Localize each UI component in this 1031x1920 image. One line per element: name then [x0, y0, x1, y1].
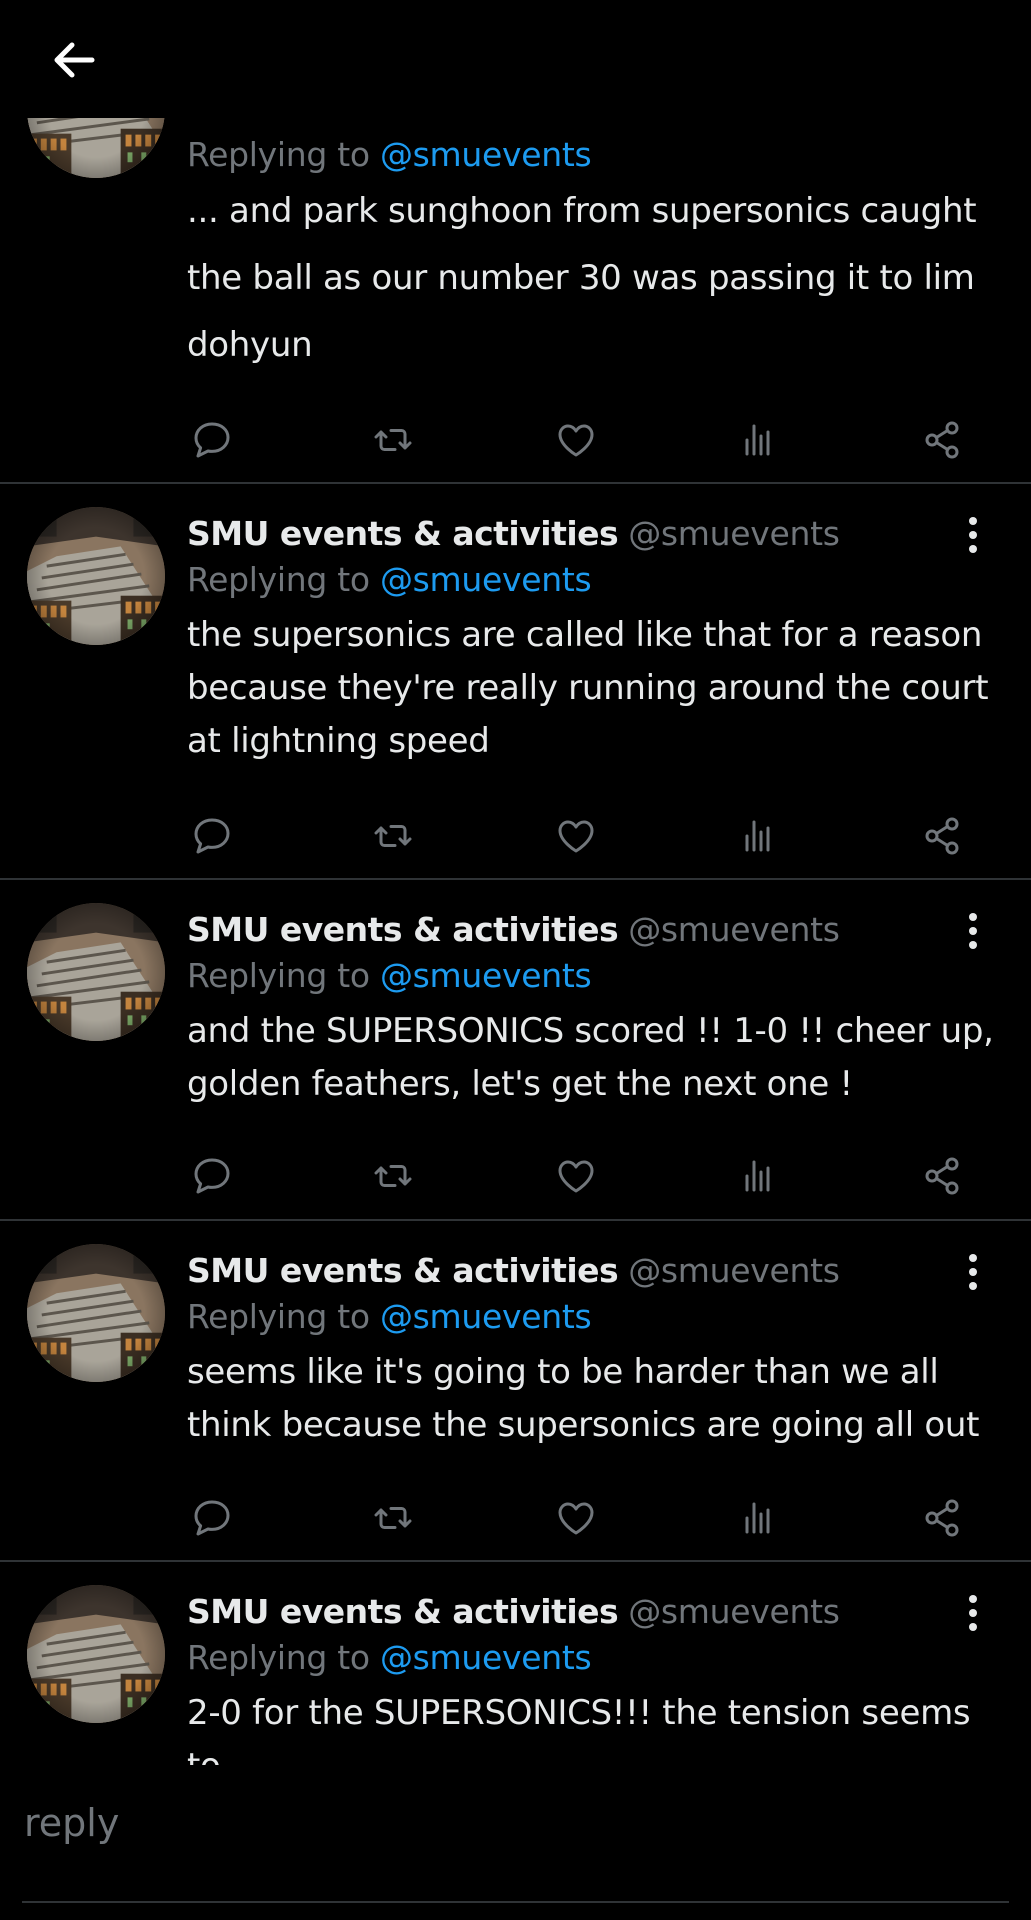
display-name[interactable]: SMU events & activities — [187, 514, 619, 553]
reply-input[interactable] — [22, 1777, 1006, 1869]
views-button[interactable] — [734, 1493, 784, 1543]
tweet-item[interactable]: SMU events & activities @smuevents Replyi… — [0, 1221, 1031, 1562]
tweet-actions — [187, 1493, 987, 1543]
reply-button[interactable] — [187, 1151, 237, 1201]
retweet-icon — [374, 1165, 412, 1187]
replying-mention-link[interactable]: @smuevents — [380, 1638, 592, 1677]
reply-composer — [0, 1765, 1031, 1920]
replying-to-line: Replying to @smuevents — [187, 1294, 997, 1340]
top-app-bar — [0, 0, 1031, 118]
share-icon — [925, 421, 959, 459]
back-button[interactable] — [44, 30, 104, 90]
tweet-text: seems like it's going to be harder than … — [187, 1352, 980, 1445]
replying-label: Replying to — [187, 560, 370, 599]
like-button[interactable] — [551, 811, 601, 861]
retweet-button[interactable] — [368, 1151, 418, 1201]
tweet-header: SMU events & activities @smuevents — [187, 1248, 997, 1294]
views-button[interactable] — [734, 415, 784, 465]
reply-button[interactable] — [187, 415, 237, 465]
tweet-header: SMU events & activities @smuevents — [187, 907, 997, 953]
avatar[interactable] — [27, 903, 165, 1041]
share-icon — [925, 1499, 959, 1537]
replying-mention-link[interactable]: @smuevents — [380, 956, 592, 995]
views-icon — [743, 1160, 773, 1194]
replying-label: Replying to — [187, 135, 370, 174]
like-button[interactable] — [551, 1493, 601, 1543]
share-button[interactable] — [917, 811, 967, 861]
reply-icon — [194, 1158, 230, 1194]
replying-label: Replying to — [187, 1638, 370, 1677]
tweet-actions — [187, 811, 987, 861]
retweet-button[interactable] — [368, 811, 418, 861]
retweet-button[interactable] — [368, 415, 418, 465]
retweet-icon — [374, 825, 412, 847]
retweet-button[interactable] — [368, 1493, 418, 1543]
like-icon — [558, 1160, 594, 1193]
replying-label: Replying to — [187, 956, 370, 995]
views-button[interactable] — [734, 811, 784, 861]
replying-label: Replying to — [187, 1297, 370, 1336]
share-icon — [925, 1157, 959, 1195]
avatar[interactable] — [27, 1244, 165, 1382]
user-handle[interactable]: @smuevents — [628, 514, 840, 553]
replying-mention-link[interactable]: @smuevents — [380, 1297, 592, 1336]
like-icon — [558, 424, 594, 457]
replying-to-line: Replying to @smuevents — [187, 132, 997, 178]
user-handle[interactable]: @smuevents — [628, 910, 840, 949]
reply-button[interactable] — [187, 811, 237, 861]
arrow-left-icon — [54, 42, 95, 78]
composer-divider — [22, 1901, 1009, 1903]
tweet-item[interactable]: SMU events & activities @smuevents Replyi… — [0, 484, 1031, 880]
avatar[interactable] — [27, 1585, 165, 1723]
share-button[interactable] — [917, 415, 967, 465]
tweet-item[interactable]: SMU events & activities @smuevents Replyi… — [0, 1562, 1031, 1765]
tweet-text: and the SUPERSONICS scored !! 1-0 !! che… — [187, 1011, 994, 1104]
display-name[interactable]: SMU events & activities — [187, 910, 619, 949]
reply-icon — [194, 422, 230, 458]
tweet-actions — [187, 415, 987, 465]
thread-feed[interactable]: Replying to @smuevents ... and park sung… — [0, 0, 1031, 1765]
retweet-icon — [374, 429, 412, 451]
avatar[interactable] — [27, 507, 165, 645]
like-icon — [558, 1502, 594, 1535]
replying-to-line: Replying to @smuevents — [187, 1635, 997, 1681]
display-name[interactable]: SMU events & activities — [187, 1592, 619, 1631]
reply-button[interactable] — [187, 1493, 237, 1543]
tweet-header: SMU events & activities @smuevents — [187, 511, 997, 557]
views-icon — [743, 1502, 773, 1536]
replying-to-line: Replying to @smuevents — [187, 953, 997, 999]
tweet-text: ... and park sunghoon from supersonics c… — [187, 191, 977, 365]
tweet-actions — [187, 1151, 987, 1201]
user-handle[interactable]: @smuevents — [628, 1251, 840, 1290]
replying-mention-link[interactable]: @smuevents — [380, 135, 592, 174]
views-icon — [743, 820, 773, 854]
like-button[interactable] — [551, 415, 601, 465]
tweet-header: SMU events & activities @smuevents — [187, 1589, 997, 1635]
share-icon — [925, 817, 959, 855]
tweet-text: 2-0 for the SUPERSONICS!!! the tension s… — [187, 1693, 971, 1765]
share-button[interactable] — [917, 1493, 967, 1543]
reply-icon — [194, 1500, 230, 1536]
reply-icon — [194, 818, 230, 854]
user-handle[interactable]: @smuevents — [628, 1592, 840, 1631]
tweet-item[interactable]: SMU events & activities @smuevents Replyi… — [0, 880, 1031, 1221]
like-button[interactable] — [551, 1151, 601, 1201]
retweet-icon — [374, 1507, 412, 1529]
views-button[interactable] — [734, 1151, 784, 1201]
replying-to-line: Replying to @smuevents — [187, 557, 997, 603]
like-icon — [558, 820, 594, 853]
views-icon — [743, 424, 773, 458]
tweet-text: the supersonics are called like that for… — [187, 615, 989, 761]
share-button[interactable] — [917, 1151, 967, 1201]
display-name[interactable]: SMU events & activities — [187, 1251, 619, 1290]
replying-mention-link[interactable]: @smuevents — [380, 560, 592, 599]
